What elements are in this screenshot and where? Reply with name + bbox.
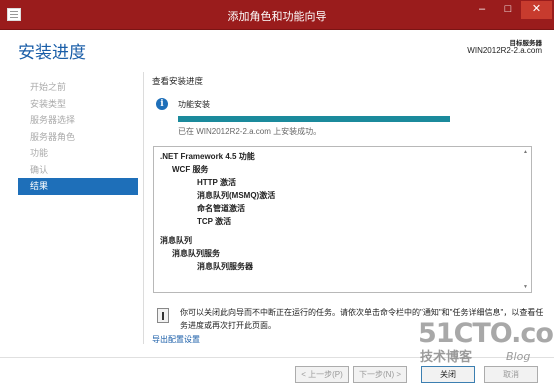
install-progress-bar: [178, 116, 450, 122]
result-item: .NET Framework 4.5 功能: [160, 152, 255, 161]
progress-fill: [178, 116, 450, 122]
watermark-tagline: 技术博客: [420, 350, 473, 365]
nav-item[interactable]: 开始之前: [18, 79, 138, 96]
note-icon: [157, 308, 169, 323]
maximize-button[interactable]: □: [495, 1, 521, 19]
export-config-link[interactable]: 导出配置设置: [152, 334, 200, 345]
nav-item[interactable]: 结果: [18, 178, 138, 195]
nav-item[interactable]: 确认: [18, 162, 138, 179]
success-message: 已在 WIN2012R2-2.a.com 上安装成功。: [178, 127, 322, 136]
scroll-up-icon[interactable]: ▲: [522, 149, 529, 155]
close-window-button[interactable]: ✕: [521, 1, 552, 19]
result-item: 消息队列(MSMQ)激活: [197, 191, 276, 200]
result-item: TCP 激活: [197, 217, 232, 226]
watermark-blog: Blog: [506, 350, 531, 363]
scroll-down-icon[interactable]: ▼: [522, 284, 529, 290]
result-item: WCF 服务: [172, 165, 209, 174]
page-title: 安装进度: [18, 43, 86, 62]
nav-item[interactable]: 服务器选择: [18, 112, 138, 129]
results-list[interactable]: ▲ ▼ .NET Framework 4.5 功能 WCF 服务 HTTP 激活消息…: [153, 146, 532, 293]
nav-item[interactable]: 服务器角色: [18, 129, 138, 146]
target-server-name: WIN2012R2-2.a.com: [467, 46, 542, 55]
title-bar[interactable]: 添加角色和功能向导 – □ ✕: [0, 0, 554, 30]
result-item: HTTP 激活: [197, 178, 236, 187]
section-title: 查看安装进度: [152, 76, 204, 86]
next-button[interactable]: 下一步(N) >: [353, 366, 407, 383]
previous-button[interactable]: < 上一步(P): [295, 366, 349, 383]
result-item: 消息队列服务: [172, 249, 220, 258]
wizard-nav: 开始之前 安装类型 服务器选择 服务器角色 功能 确认 结果: [18, 79, 138, 195]
close-button[interactable]: 关闭: [421, 366, 475, 383]
watermark-site: 51CTO.com: [418, 318, 554, 349]
nav-item[interactable]: 安装类型: [18, 96, 138, 113]
nav-item[interactable]: 功能: [18, 145, 138, 162]
result-item: 消息队列: [160, 236, 192, 245]
result-item: 消息队列服务器: [197, 262, 253, 271]
nav-divider: [143, 72, 144, 344]
status-label: 功能安装: [178, 100, 210, 109]
info-icon: i: [156, 98, 168, 110]
result-item: 命名管道激活: [197, 204, 245, 213]
cancel-button[interactable]: 取消: [484, 366, 538, 383]
minimize-button[interactable]: –: [469, 1, 495, 19]
